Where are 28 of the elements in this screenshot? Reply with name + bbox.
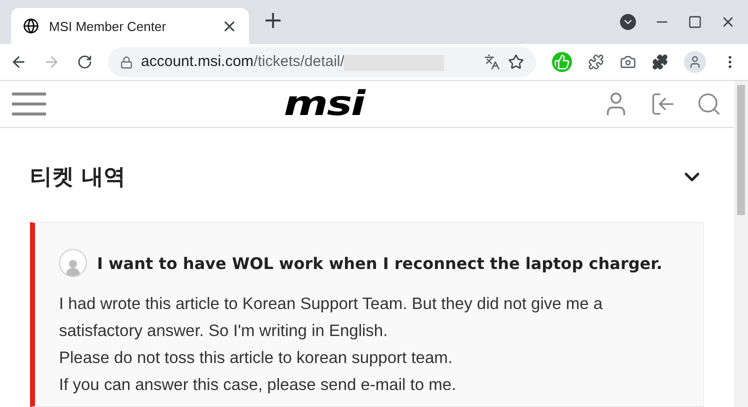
maximize-icon[interactable] (688, 15, 702, 29)
translate-icon[interactable] (484, 54, 500, 70)
ticket-text: Please do not toss this article to korean support team. (59, 348, 454, 369)
close-tab-button[interactable]: × (222, 16, 237, 36)
tab-title: MSI Member Center (49, 18, 168, 34)
lock-icon (120, 56, 134, 68)
reload-icon[interactable] (76, 54, 92, 70)
logo[interactable]: msi (0, 84, 672, 124)
profile-icon[interactable] (684, 51, 706, 73)
ticket-text: I had wrote this article to Korean Support Team. But they did not give me a satisfactory answer. So I'm writing in English. (59, 294, 604, 342)
bookmark-star-icon[interactable] (508, 54, 524, 70)
new-tab-button[interactable]: + (263, 6, 284, 34)
thumbs-up-icon[interactable] (552, 52, 572, 72)
back-icon[interactable] (10, 53, 28, 71)
login-icon[interactable] (650, 91, 676, 117)
search-icon[interactable] (696, 91, 722, 117)
address-field[interactable]: account.msi.com/tickets/detail/ (108, 47, 536, 77)
ticket-subject: I want to have WOL work when I reconnect the laptop charger. (97, 254, 662, 272)
camera-icon[interactable] (620, 54, 636, 70)
avatar-icon (59, 249, 87, 277)
scrollbar-thumb[interactable] (737, 85, 745, 215)
extension-icon[interactable] (588, 54, 604, 70)
tab-search-icon[interactable] (620, 14, 636, 30)
globe-icon (23, 18, 39, 34)
ticket-text: If you can answer this case, please send e-mail to me. (59, 375, 458, 396)
browser-tab[interactable]: MSI Member Center × (11, 8, 249, 44)
extensions-icon[interactable] (652, 54, 668, 70)
section-title: 티켓 내역 (30, 164, 127, 192)
